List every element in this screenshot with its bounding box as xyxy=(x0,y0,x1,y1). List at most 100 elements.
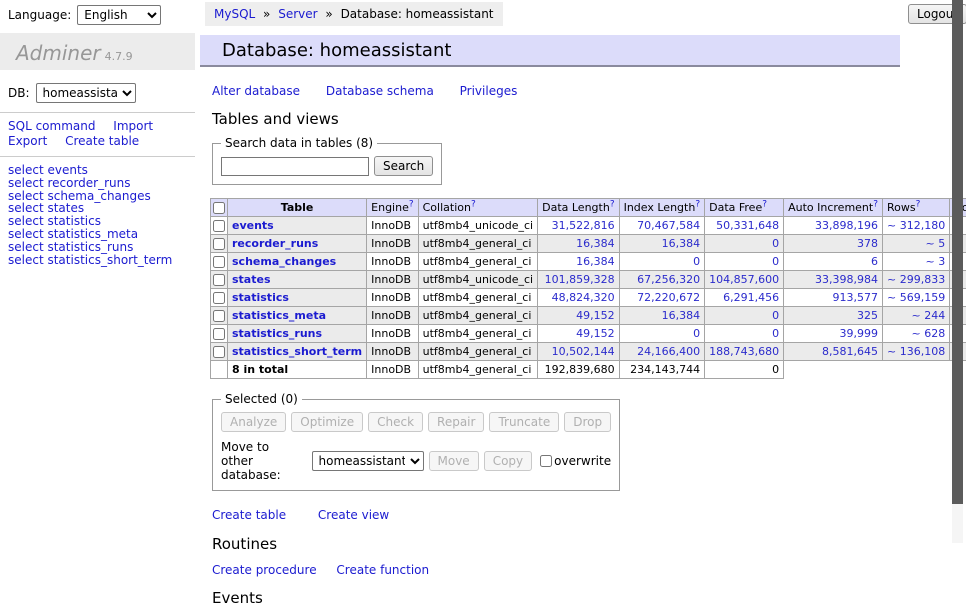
cell-rows: ~ 244 xyxy=(883,307,950,325)
move-db-select[interactable]: homeassistant xyxy=(312,451,424,471)
language-label: Language: xyxy=(8,8,71,22)
sidebar-item-select-statistics-runs[interactable]: select statistics_runs xyxy=(8,241,195,254)
move-button[interactable]: Move xyxy=(429,451,479,471)
cell-engine: InnoDB xyxy=(367,325,418,343)
totals-data-length-cell: 192,839,680 xyxy=(538,361,619,379)
check-button[interactable]: Check xyxy=(368,412,423,432)
database-actions: Alter database Database schema Privilege… xyxy=(212,84,900,98)
table-name-link[interactable]: events xyxy=(232,219,274,232)
row-select-checkbox[interactable] xyxy=(213,220,225,232)
row-select-checkbox[interactable] xyxy=(213,238,225,250)
help-link[interactable]: ? xyxy=(610,199,615,209)
row-select-checkbox[interactable] xyxy=(213,328,225,340)
create-table-link[interactable]: Create table xyxy=(212,508,286,522)
sidebar-link-sql-command[interactable]: SQL command xyxy=(8,119,95,133)
table-name-link[interactable]: schema_changes xyxy=(232,255,336,268)
row-select-checkbox[interactable] xyxy=(213,256,225,268)
table-name-cell: statistics xyxy=(228,289,367,307)
breadcrumb-link-mysql[interactable]: MySQL xyxy=(214,7,255,21)
col-header-label: Rows xyxy=(887,201,916,214)
truncate-button[interactable]: Truncate xyxy=(489,412,559,432)
divider xyxy=(0,156,195,157)
cell-collation: utf8mb4_general_ci xyxy=(418,253,537,271)
breadcrumb-separator: » xyxy=(263,7,270,21)
row-select-checkbox[interactable] xyxy=(213,346,225,358)
col-header-label: Auto Increment xyxy=(788,201,873,214)
col-header-index_length: Index Length? xyxy=(619,199,705,217)
col-header-engine: Engine? xyxy=(367,199,418,217)
sidebar-link-create-table[interactable]: Create table xyxy=(65,134,139,148)
table-name-link[interactable]: recorder_runs xyxy=(232,237,318,250)
table-name-link[interactable]: statistics_runs xyxy=(232,327,322,340)
drop-button[interactable]: Drop xyxy=(564,412,611,432)
totals-checkbox-cell xyxy=(211,361,228,379)
row-select-checkbox[interactable] xyxy=(213,274,225,286)
sidebar-item-select-statistics-meta[interactable]: select statistics_meta xyxy=(8,228,195,241)
database-schema-link[interactable]: Database schema xyxy=(326,84,434,98)
help-link[interactable]: ? xyxy=(695,199,700,209)
scrollbar-thumb[interactable] xyxy=(952,0,963,504)
cell-data_free: 0 xyxy=(705,235,784,253)
table-row: recorder_runsInnoDButf8mb4_general_ci16,… xyxy=(211,235,966,253)
row-checkbox-cell xyxy=(211,253,228,271)
cell-data_length: 10,502,144 xyxy=(538,343,619,361)
help-link[interactable]: ? xyxy=(471,199,476,209)
create-view-link[interactable]: Create view xyxy=(318,508,389,522)
cell-index_length: 24,166,400 xyxy=(619,343,705,361)
selected-legend: Selected (0) xyxy=(221,392,302,406)
copy-button[interactable]: Copy xyxy=(484,451,532,471)
select-all-checkbox[interactable] xyxy=(213,202,225,214)
language-select[interactable]: English xyxy=(77,5,161,25)
create-procedure-link[interactable]: Create procedure xyxy=(212,563,317,577)
db-select[interactable]: homeassistant xyxy=(36,83,136,103)
row-select-checkbox[interactable] xyxy=(213,292,225,304)
table-row: statisticsInnoDButf8mb4_general_ci48,824… xyxy=(211,289,966,307)
table-name-link[interactable]: statistics_short_term xyxy=(232,345,362,358)
cell-collation: utf8mb4_general_ci xyxy=(418,289,537,307)
sidebar-item-select-recorder-runs[interactable]: select recorder_runs xyxy=(8,177,195,190)
alter-database-link[interactable]: Alter database xyxy=(212,84,300,98)
overwrite-label: overwrite xyxy=(554,454,611,468)
repair-button[interactable]: Repair xyxy=(428,412,484,432)
create-function-link[interactable]: Create function xyxy=(336,563,429,577)
cell-auto_increment: 8,581,645 xyxy=(784,343,883,361)
help-link[interactable]: ? xyxy=(409,199,414,209)
col-header-label: Collation xyxy=(423,201,471,214)
select-all-cell xyxy=(211,199,228,217)
table-name-link[interactable]: statistics_meta xyxy=(232,309,326,322)
help-link[interactable]: ? xyxy=(916,199,921,209)
cell-rows: ~ 5 xyxy=(883,235,950,253)
sidebar-link-import[interactable]: Import xyxy=(113,119,153,133)
cell-rows: ~ 569,159 xyxy=(883,289,950,307)
sidebar-item-select-events[interactable]: select events xyxy=(8,164,195,177)
tables-and-views-heading: Tables and views xyxy=(212,110,900,128)
row-select-checkbox[interactable] xyxy=(213,310,225,322)
optimize-button[interactable]: Optimize xyxy=(291,412,363,432)
cell-rows: ~ 3 xyxy=(883,253,950,271)
page-title: Database: homeassistant xyxy=(200,35,900,67)
cell-index_length: 67,256,320 xyxy=(619,271,705,289)
privileges-link[interactable]: Privileges xyxy=(460,84,518,98)
help-link[interactable]: ? xyxy=(873,199,878,209)
cell-engine: InnoDB xyxy=(367,235,418,253)
table-row: schema_changesInnoDButf8mb4_general_ci16… xyxy=(211,253,966,271)
breadcrumb-link-server[interactable]: Server xyxy=(278,7,317,21)
table-create-links: Create table Create view xyxy=(212,508,900,522)
search-input[interactable] xyxy=(221,157,369,176)
overwrite-checkbox[interactable] xyxy=(540,455,552,467)
analyze-button[interactable]: Analyze xyxy=(221,412,286,432)
cell-engine: InnoDB xyxy=(367,307,418,325)
sidebar-table-links: select events select recorder_runs selec… xyxy=(8,164,195,266)
cell-engine: InnoDB xyxy=(367,253,418,271)
search-button[interactable]: Search xyxy=(374,156,433,176)
help-link[interactable]: ? xyxy=(762,199,767,209)
divider xyxy=(0,112,195,113)
table-name-link[interactable]: states xyxy=(232,273,271,286)
sidebar-item-select-statistics-short-term[interactable]: select statistics_short_term xyxy=(8,254,195,267)
db-label: DB: xyxy=(8,86,30,100)
table-row: eventsInnoDButf8mb4_unicode_ci31,522,816… xyxy=(211,217,966,235)
table-name-link[interactable]: statistics xyxy=(232,291,289,304)
selected-fieldset: Selected (0) Analyze Optimize Check Repa… xyxy=(212,392,620,491)
cell-rows: ~ 299,833 xyxy=(883,271,950,289)
sidebar-link-export[interactable]: Export xyxy=(8,134,47,148)
